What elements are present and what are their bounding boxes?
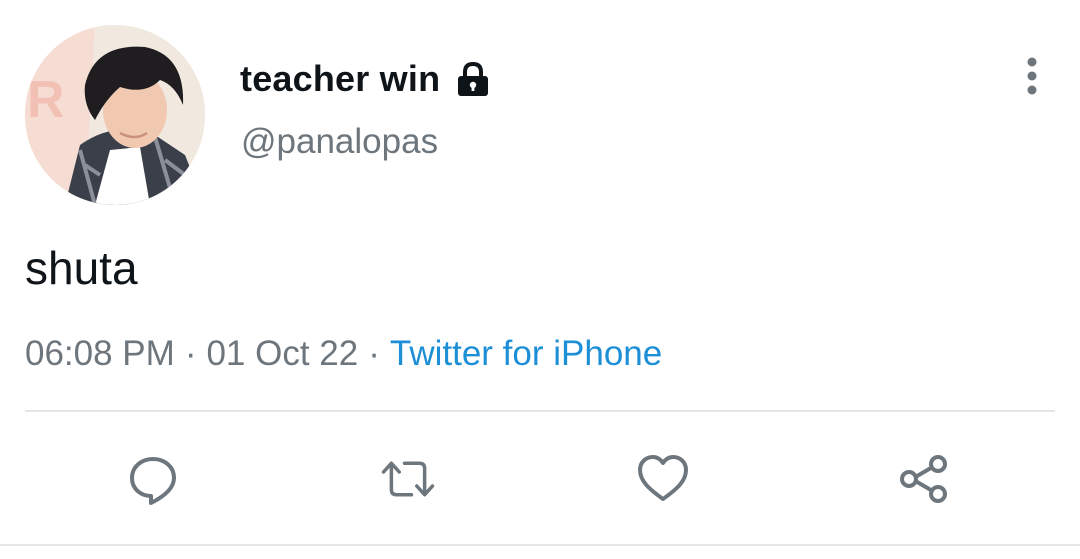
tweet-card: R teacher win @panalopas shuta 06:08 PM … <box>0 0 1080 559</box>
tweet-meta: 06:08 PM · 01 Oct 22 · Twitter for iPhone <box>25 334 662 374</box>
user-handle[interactable]: @panalopas <box>241 122 438 162</box>
tweet-source-link[interactable]: Twitter for iPhone <box>390 334 662 373</box>
more-vertical-icon <box>1027 57 1037 95</box>
reply-icon <box>130 457 176 505</box>
heart-icon <box>638 455 688 501</box>
svg-text:R: R <box>27 71 65 129</box>
reply-button[interactable] <box>122 448 184 510</box>
tweet-date[interactable]: 01 Oct 22 <box>206 334 358 373</box>
meta-separator: · <box>368 334 380 373</box>
meta-separator: · <box>184 334 197 373</box>
divider <box>25 410 1055 412</box>
tweet-text: shuta <box>25 242 138 294</box>
share-icon <box>900 455 947 503</box>
avatar-photo: R <box>25 25 205 205</box>
like-button[interactable] <box>632 448 694 510</box>
retweet-button[interactable] <box>377 448 439 510</box>
divider <box>0 544 1080 546</box>
retweet-icon <box>381 461 435 497</box>
display-name[interactable]: teacher win <box>240 58 440 100</box>
tweet-time[interactable]: 06:08 PM <box>25 334 175 373</box>
lock-icon <box>454 60 492 98</box>
avatar[interactable]: R <box>25 25 205 205</box>
name-row: teacher win <box>240 55 492 103</box>
share-button[interactable] <box>893 448 955 510</box>
more-options-button[interactable] <box>1012 56 1052 98</box>
